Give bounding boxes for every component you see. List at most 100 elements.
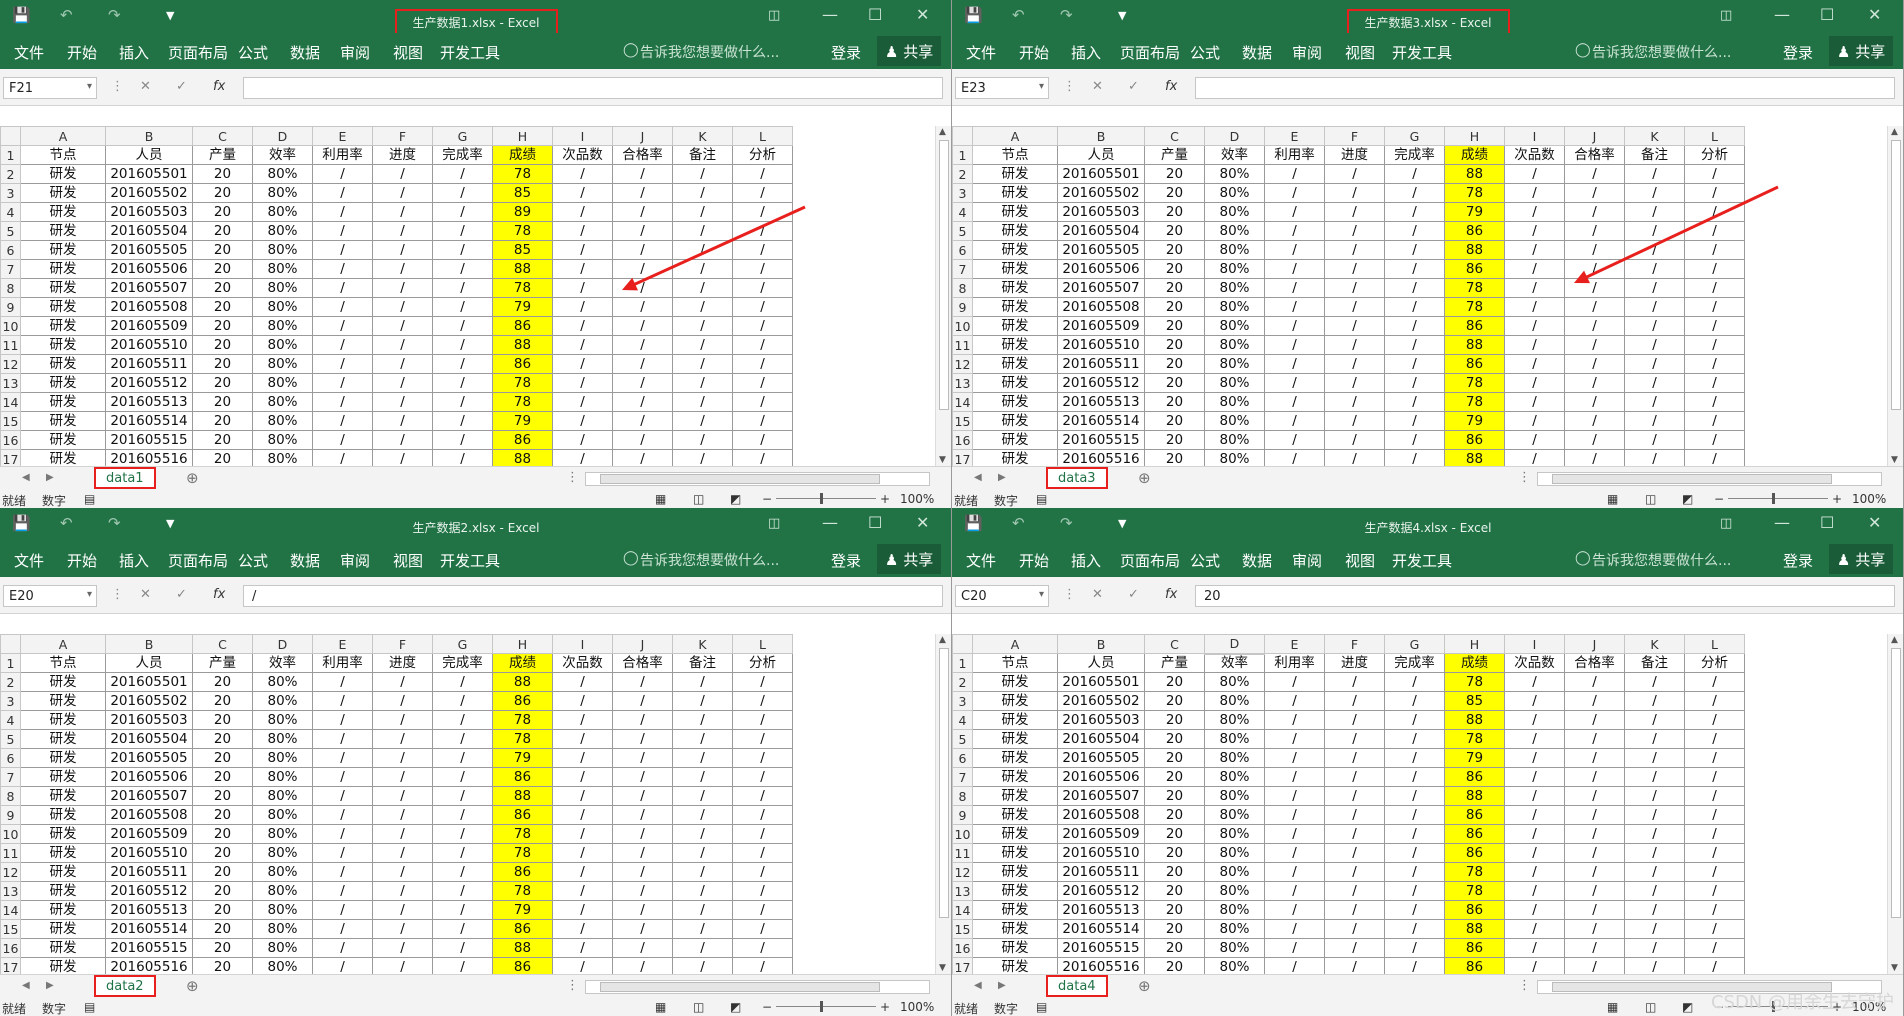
header-cell[interactable]: 成绩 (1444, 145, 1505, 165)
zoom-in-icon[interactable]: + (1832, 492, 1842, 506)
placeholder-cell[interactable]: / (1684, 297, 1745, 317)
placeholder-cell[interactable]: / (432, 710, 493, 730)
placeholder-cell[interactable]: / (1624, 691, 1685, 711)
score-cell[interactable]: 89 (492, 202, 553, 222)
placeholder-cell[interactable]: / (552, 824, 613, 844)
placeholder-cell[interactable]: / (672, 297, 733, 317)
score-cell[interactable]: 86 (492, 316, 553, 336)
column-header[interactable]: A (20, 634, 106, 654)
placeholder-cell[interactable]: / (312, 938, 373, 958)
zoom-out-icon[interactable]: − (762, 1000, 772, 1014)
ribbon-tab[interactable]: 开始 (1019, 550, 1049, 571)
enter-icon[interactable]: ✓ (1128, 79, 1139, 94)
personnel-cell[interactable]: 201605511 (1057, 354, 1145, 374)
column-header[interactable]: B (105, 634, 193, 654)
placeholder-cell[interactable]: / (312, 824, 373, 844)
placeholder-cell[interactable]: / (1684, 881, 1745, 901)
personnel-cell[interactable]: 201605510 (1057, 335, 1145, 355)
efficiency-cell[interactable]: 80% (1204, 710, 1265, 730)
output-cell[interactable]: 20 (1144, 240, 1205, 260)
node-cell[interactable]: 研发 (20, 221, 106, 241)
zoom-in-icon[interactable]: + (880, 492, 890, 506)
placeholder-cell[interactable]: / (1624, 202, 1685, 222)
header-cell[interactable]: 节点 (972, 653, 1058, 673)
personnel-cell[interactable]: 201605508 (1057, 297, 1145, 317)
placeholder-cell[interactable]: / (312, 202, 373, 222)
placeholder-cell[interactable]: / (1264, 430, 1325, 450)
output-cell[interactable]: 20 (1144, 729, 1205, 749)
row-number[interactable]: 4 (952, 710, 973, 730)
personnel-cell[interactable]: 201605503 (105, 710, 193, 730)
header-cell[interactable]: 效率 (252, 145, 313, 165)
placeholder-cell[interactable]: / (672, 748, 733, 768)
scroll-left-icon[interactable]: ◀ (22, 980, 30, 991)
output-cell[interactable]: 20 (1144, 672, 1205, 692)
placeholder-cell[interactable]: / (1264, 354, 1325, 374)
ribbon-tab[interactable]: 视图 (393, 42, 423, 63)
ribbon-tab[interactable]: 开始 (67, 42, 97, 63)
row-number[interactable]: 16 (0, 430, 21, 450)
header-cell[interactable]: 次品数 (1504, 653, 1565, 673)
header-cell[interactable]: 完成率 (432, 653, 493, 673)
efficiency-cell[interactable]: 80% (252, 862, 313, 882)
node-cell[interactable]: 研发 (20, 430, 106, 450)
header-cell[interactable]: 成绩 (492, 145, 553, 165)
row-number[interactable]: 17 (952, 449, 973, 466)
placeholder-cell[interactable]: / (1264, 164, 1325, 184)
placeholder-cell[interactable]: / (672, 672, 733, 692)
row-number[interactable]: 16 (952, 430, 973, 450)
node-cell[interactable]: 研发 (20, 805, 106, 825)
redo-icon[interactable]: ↷ (108, 6, 121, 24)
placeholder-cell[interactable]: / (1264, 691, 1325, 711)
restore-icon[interactable]: ◫ (1720, 516, 1732, 531)
personnel-cell[interactable]: 201605510 (105, 335, 193, 355)
row-number[interactable]: 14 (952, 900, 973, 920)
score-cell[interactable]: 86 (1444, 259, 1505, 279)
personnel-cell[interactable]: 201605504 (1057, 729, 1145, 749)
row-number[interactable]: 16 (952, 938, 973, 958)
placeholder-cell[interactable]: / (672, 710, 733, 730)
efficiency-cell[interactable]: 80% (252, 335, 313, 355)
zoom-level[interactable]: 100% (900, 492, 934, 506)
maximize-icon[interactable]: ☐ (1820, 513, 1834, 532)
output-cell[interactable]: 20 (192, 430, 253, 450)
placeholder-cell[interactable]: / (672, 373, 733, 393)
node-cell[interactable]: 研发 (972, 164, 1058, 184)
placeholder-cell[interactable]: / (1324, 805, 1385, 825)
node-cell[interactable]: 研发 (20, 729, 106, 749)
column-header[interactable]: A (972, 126, 1058, 146)
placeholder-cell[interactable]: / (1324, 373, 1385, 393)
row-number[interactable]: 6 (952, 748, 973, 768)
score-cell[interactable]: 88 (492, 449, 553, 466)
placeholder-cell[interactable]: / (552, 767, 613, 787)
placeholder-cell[interactable]: / (312, 672, 373, 692)
placeholder-cell[interactable]: / (1264, 786, 1325, 806)
header-cell[interactable]: 分析 (1684, 145, 1745, 165)
scroll-thumb[interactable] (1891, 140, 1901, 410)
score-cell[interactable]: 88 (492, 672, 553, 692)
placeholder-cell[interactable]: / (1564, 354, 1625, 374)
placeholder-cell[interactable]: / (1264, 729, 1325, 749)
placeholder-cell[interactable]: / (1624, 183, 1685, 203)
placeholder-cell[interactable]: / (1384, 691, 1445, 711)
placeholder-cell[interactable]: / (612, 691, 673, 711)
placeholder-cell[interactable]: / (732, 259, 793, 279)
row-number[interactable]: 9 (952, 805, 973, 825)
tell-me-box[interactable]: 告诉我您想要做什么... (640, 42, 779, 62)
personnel-cell[interactable]: 201605505 (105, 748, 193, 768)
efficiency-cell[interactable]: 80% (1204, 767, 1265, 787)
row-number[interactable]: 16 (0, 938, 21, 958)
output-cell[interactable]: 20 (192, 316, 253, 336)
placeholder-cell[interactable]: / (1624, 824, 1685, 844)
efficiency-cell[interactable]: 80% (252, 786, 313, 806)
row-number[interactable]: 4 (0, 202, 21, 222)
worksheet-grid[interactable]: A B C D E F G H I J K L 1 节点 人员 产量 效率 利用率 进度 完成率 成绩 次品数 合格率 备注分… (952, 126, 1888, 466)
personnel-cell[interactable]: 201605516 (105, 957, 193, 974)
placeholder-cell[interactable]: / (432, 767, 493, 787)
personnel-cell[interactable]: 201605507 (105, 786, 193, 806)
placeholder-cell[interactable]: / (432, 240, 493, 260)
placeholder-cell[interactable]: / (1264, 411, 1325, 431)
node-cell[interactable]: 研发 (972, 824, 1058, 844)
placeholder-cell[interactable]: / (1564, 297, 1625, 317)
placeholder-cell[interactable]: / (612, 862, 673, 882)
